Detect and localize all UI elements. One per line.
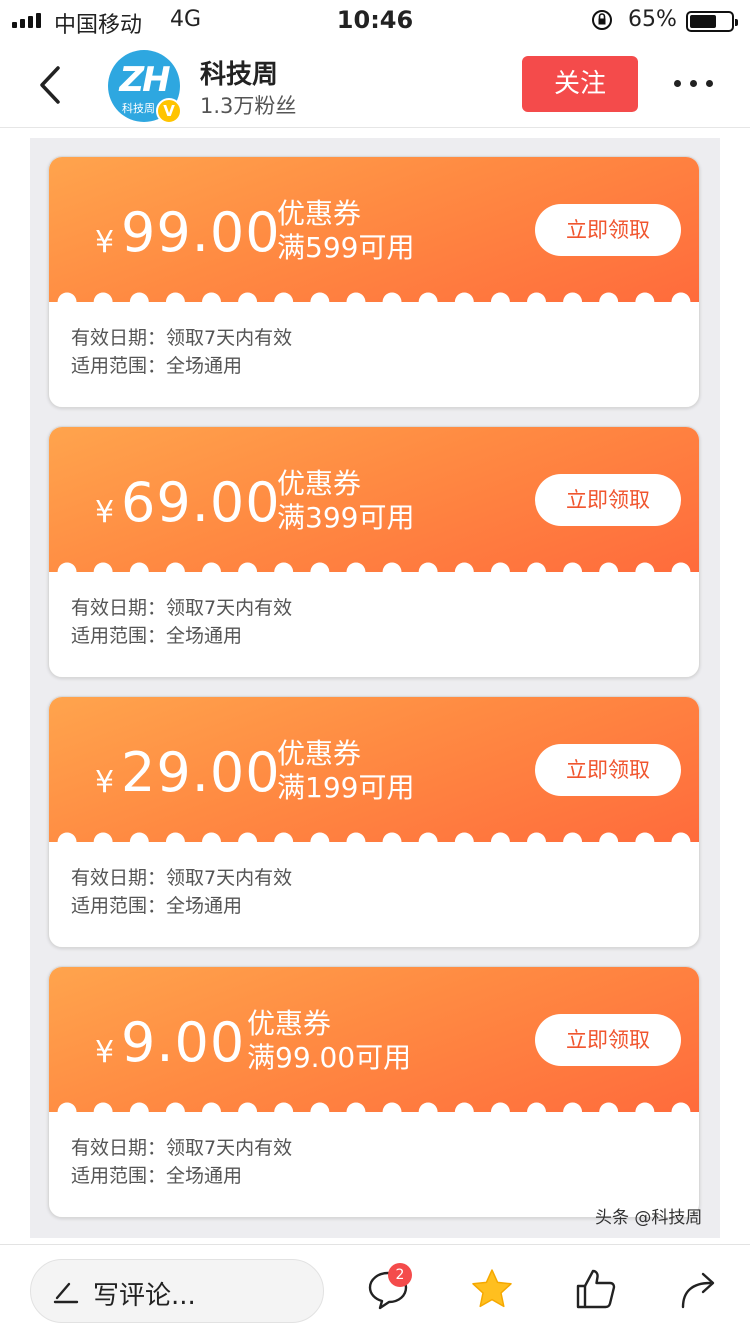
- currency-symbol: ¥: [95, 495, 115, 530]
- comment-count-badge: 2: [388, 1263, 412, 1287]
- currency-symbol: ¥: [95, 225, 115, 260]
- battery-icon: [686, 11, 738, 32]
- claim-button[interactable]: 立即领取: [535, 204, 681, 256]
- coupon-condition: 满599可用: [277, 231, 415, 264]
- scallop-edge: [49, 832, 699, 853]
- more-options-icon[interactable]: [674, 80, 713, 87]
- coupon-card: ¥ 69.00 优惠券 满399可用 立即领取 有效日期：领取7天内有效 适用范…: [48, 426, 700, 678]
- coupon-label: 优惠券 满199可用: [277, 737, 414, 805]
- status-bar: 中国移动 4G 10:46 65%: [0, 0, 750, 42]
- coupon-info: 有效日期：领取7天内有效 适用范围：全场通用: [71, 594, 292, 650]
- coupon-title: 优惠券: [277, 197, 362, 230]
- coupon-list: ¥ 99.00 优惠券 满599可用 立即领取 有效日期：领取7天内有效 适用范…: [30, 138, 720, 1238]
- coupon-info: 有效日期：领取7天内有效 适用范围：全场通用: [71, 1134, 292, 1190]
- claim-button[interactable]: 立即领取: [535, 474, 681, 526]
- coupon-condition: 满199可用: [277, 771, 415, 804]
- account-name[interactable]: 科技周: [200, 54, 278, 91]
- coupon-label: 优惠券 满99.00可用: [247, 1007, 411, 1075]
- coupon-amount: 69.00: [121, 471, 281, 534]
- coupon-validity: 有效日期：领取7天内有效: [71, 867, 293, 889]
- like-thumbs-up-icon[interactable]: [574, 1267, 618, 1311]
- comment-placeholder: 写评论...: [93, 1281, 196, 1311]
- coupon-scope: 适用范围：全场通用: [71, 895, 243, 917]
- coupon-validity: 有效日期：领取7天内有效: [71, 1137, 293, 1159]
- comment-input[interactable]: 写评论...: [30, 1259, 324, 1323]
- coupon-scope: 适用范围：全场通用: [71, 355, 243, 377]
- currency-symbol: ¥: [95, 765, 115, 800]
- coupon-validity: 有效日期：领取7天内有效: [71, 327, 293, 349]
- coupon-card: ¥ 29.00 优惠券 满199可用 立即领取 有效日期：领取7天内有效 适用范…: [48, 696, 700, 948]
- follower-count: 1.3万粉丝: [200, 94, 297, 118]
- claim-button[interactable]: 立即领取: [535, 744, 681, 796]
- rotation-lock-icon: [592, 10, 612, 30]
- coupon-amount: 99.00: [121, 201, 281, 264]
- coupon-amount: 9.00: [121, 1011, 246, 1074]
- coupon-info: 有效日期：领取7天内有效 适用范围：全场通用: [71, 864, 292, 920]
- pencil-icon: [53, 1282, 79, 1304]
- share-arrow-icon[interactable]: [678, 1267, 722, 1311]
- coupon-title: 优惠券: [247, 1007, 332, 1040]
- coupon-label: 优惠券 满599可用: [277, 197, 414, 265]
- bottom-action-bar: 写评论... 2: [0, 1244, 750, 1334]
- coupon-condition: 满399可用: [277, 501, 415, 534]
- coupon-info: 有效日期：领取7天内有效 适用范围：全场通用: [71, 324, 292, 380]
- avatar[interactable]: ZH 科技周 V: [108, 50, 182, 124]
- follow-button[interactable]: 关注: [522, 56, 638, 112]
- coupon-condition: 满99.00可用: [247, 1041, 412, 1074]
- avatar-caption: 科技周: [122, 102, 155, 115]
- currency-symbol: ¥: [95, 1035, 115, 1070]
- source-watermark: 头条 @科技周: [595, 1208, 703, 1228]
- back-arrow-icon[interactable]: [36, 64, 66, 106]
- verified-badge-icon: V: [156, 98, 182, 124]
- coupon-scope: 适用范围：全场通用: [71, 625, 243, 647]
- coupon-card: ¥ 99.00 优惠券 满599可用 立即领取 有效日期：领取7天内有效 适用范…: [48, 156, 700, 408]
- battery-percent: 65%: [628, 7, 677, 32]
- avatar-logo: ZH: [119, 60, 170, 100]
- coupon-title: 优惠券: [277, 737, 362, 770]
- coupon-validity: 有效日期：领取7天内有效: [71, 597, 293, 619]
- coupon-label: 优惠券 满399可用: [277, 467, 414, 535]
- scallop-edge: [49, 562, 699, 583]
- coupon-card: ¥ 9.00 优惠券 满99.00可用 立即领取 有效日期：领取7天内有效 适用…: [48, 966, 700, 1218]
- scallop-edge: [49, 1102, 699, 1123]
- account-header: ZH 科技周 V 科技周 1.3万粉丝 关注: [0, 42, 750, 128]
- claim-button[interactable]: 立即领取: [535, 1014, 681, 1066]
- coupon-title: 优惠券: [277, 467, 362, 500]
- coupon-scope: 适用范围：全场通用: [71, 1165, 243, 1187]
- favorite-star-icon[interactable]: [470, 1267, 514, 1311]
- scallop-edge: [49, 292, 699, 313]
- coupon-amount: 29.00: [121, 741, 281, 804]
